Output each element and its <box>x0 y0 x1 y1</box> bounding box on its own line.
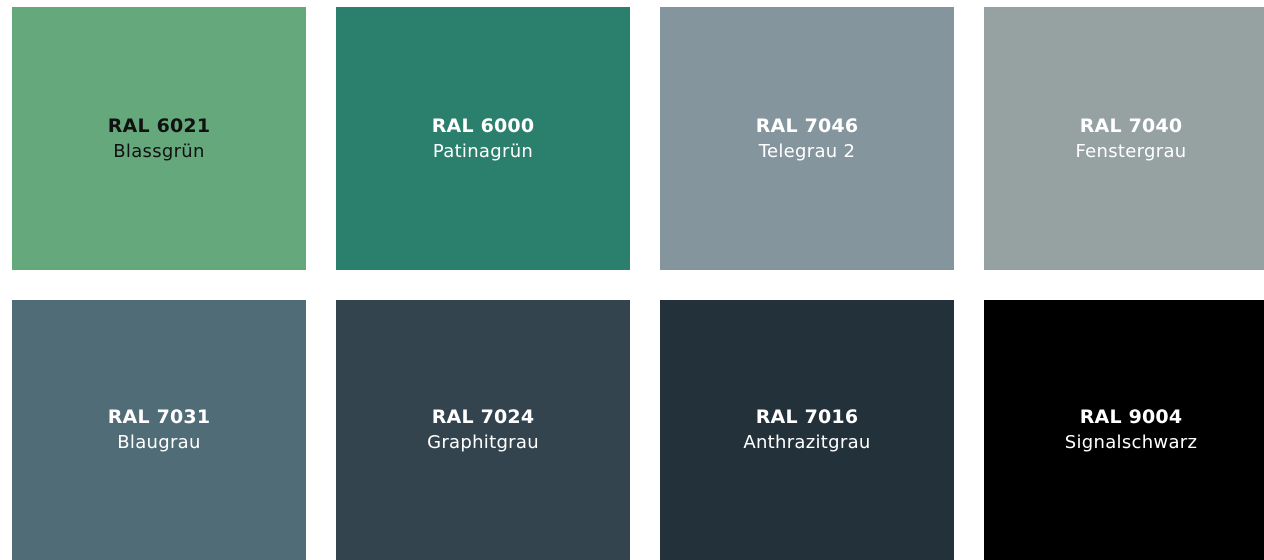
swatch-code: RAL 6000 <box>431 114 535 137</box>
swatch-name: Graphitgrau <box>427 432 539 453</box>
swatch-name: Anthrazitgrau <box>743 432 871 453</box>
swatch-ral-7024[interactable]: RAL 7024 Graphitgrau <box>336 300 630 560</box>
swatch-code: RAL 7046 <box>755 114 859 137</box>
swatch-name: Blaugrau <box>117 432 201 453</box>
swatch-ral-7031[interactable]: RAL 7031 Blaugrau <box>12 300 306 560</box>
swatch-ral-6021[interactable]: RAL 6021 Blassgrün <box>12 7 306 270</box>
swatch-name: Signalschwarz <box>1064 432 1198 453</box>
swatch-code: RAL 7031 <box>107 406 211 428</box>
swatch-ral-7046[interactable]: RAL 7046 Telegrau 2 <box>660 7 954 270</box>
swatch-ral-7016[interactable]: RAL 7016 Anthrazitgrau <box>660 300 954 560</box>
swatch-code: RAL 7016 <box>755 406 859 428</box>
swatch-name: Telegrau 2 <box>758 140 856 162</box>
swatch-code: RAL 7040 <box>1079 114 1183 137</box>
swatch-name: Blassgrün <box>113 140 205 162</box>
swatch-code: RAL 9004 <box>1079 406 1183 428</box>
swatch-name: Patinagrün <box>432 140 534 162</box>
swatch-code: RAL 6021 <box>107 114 211 137</box>
swatch-ral-7040[interactable]: RAL 7040 Fenstergrau <box>984 7 1264 270</box>
color-swatch-grid: RAL 6021 Blassgrün RAL 6000 Patinagrün R… <box>12 7 1264 560</box>
swatch-ral-9004[interactable]: RAL 9004 Signalschwarz <box>984 300 1264 560</box>
swatch-code: RAL 7024 <box>431 406 535 428</box>
swatch-name: Fenstergrau <box>1075 140 1187 162</box>
swatch-ral-6000[interactable]: RAL 6000 Patinagrün <box>336 7 630 270</box>
